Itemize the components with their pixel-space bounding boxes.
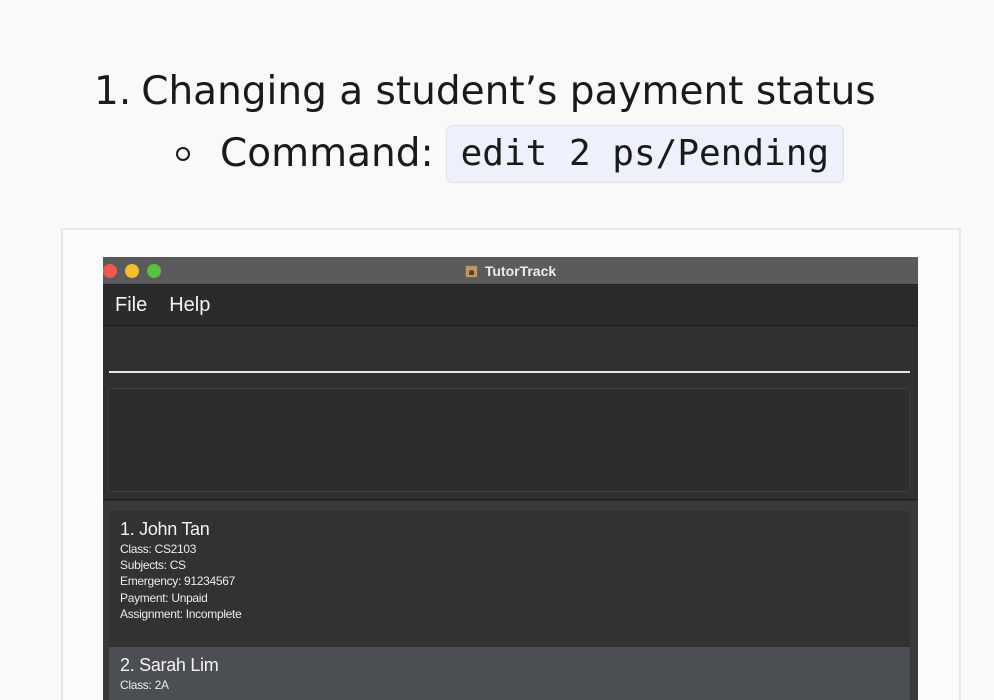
student-subjects: Subjects: CS [120, 558, 186, 573]
result-display-area [103, 382, 918, 500]
command-code: edit 2 ps/Pending [445, 125, 845, 183]
menu-file[interactable]: File [115, 294, 147, 317]
student-card[interactable]: 2. Sarah Lim Class: 2A [109, 647, 910, 700]
command-input[interactable] [109, 335, 910, 373]
result-display [108, 388, 910, 492]
hollow-bullet-icon [176, 147, 190, 161]
menu-bar: File Help [103, 286, 918, 326]
app-window: TutorTrack File Help 1. John Tan Class: … [103, 257, 918, 700]
student-name: 2. Sarah Lim [120, 655, 219, 675]
window-title-text: TutorTrack [484, 263, 557, 279]
student-name: 1. John Tan [120, 519, 210, 539]
student-emergency: Emergency: 91234567 [120, 574, 236, 589]
command-label: Command: [220, 131, 434, 176]
step-text: Changing a student’s payment status [141, 69, 876, 114]
command-box [103, 327, 918, 381]
student-list[interactable]: 1. John Tan Class: CS2103 Subjects: CS E… [103, 501, 918, 700]
step-number: 1. [94, 69, 132, 114]
instruction-section: 1. Changing a student’s payment status Co… [0, 0, 994, 228]
window-title: TutorTrack [103, 257, 918, 285]
student-assignment: Assignment: Incomplete [120, 606, 242, 621]
student-payment: Payment: Unpaid [120, 590, 208, 605]
step-heading: 1. Changing a student’s payment status [94, 64, 876, 120]
menu-help[interactable]: Help [169, 294, 210, 317]
command-bullet: Command: edit 2 ps/Pending [176, 124, 845, 184]
student-card[interactable]: 1. John Tan Class: CS2103 Subjects: CS E… [109, 511, 910, 647]
student-class: Class: 2A [120, 678, 169, 692]
title-bar: TutorTrack [103, 257, 918, 285]
student-class: Class: CS2103 [120, 542, 197, 556]
app-icon [464, 264, 478, 278]
